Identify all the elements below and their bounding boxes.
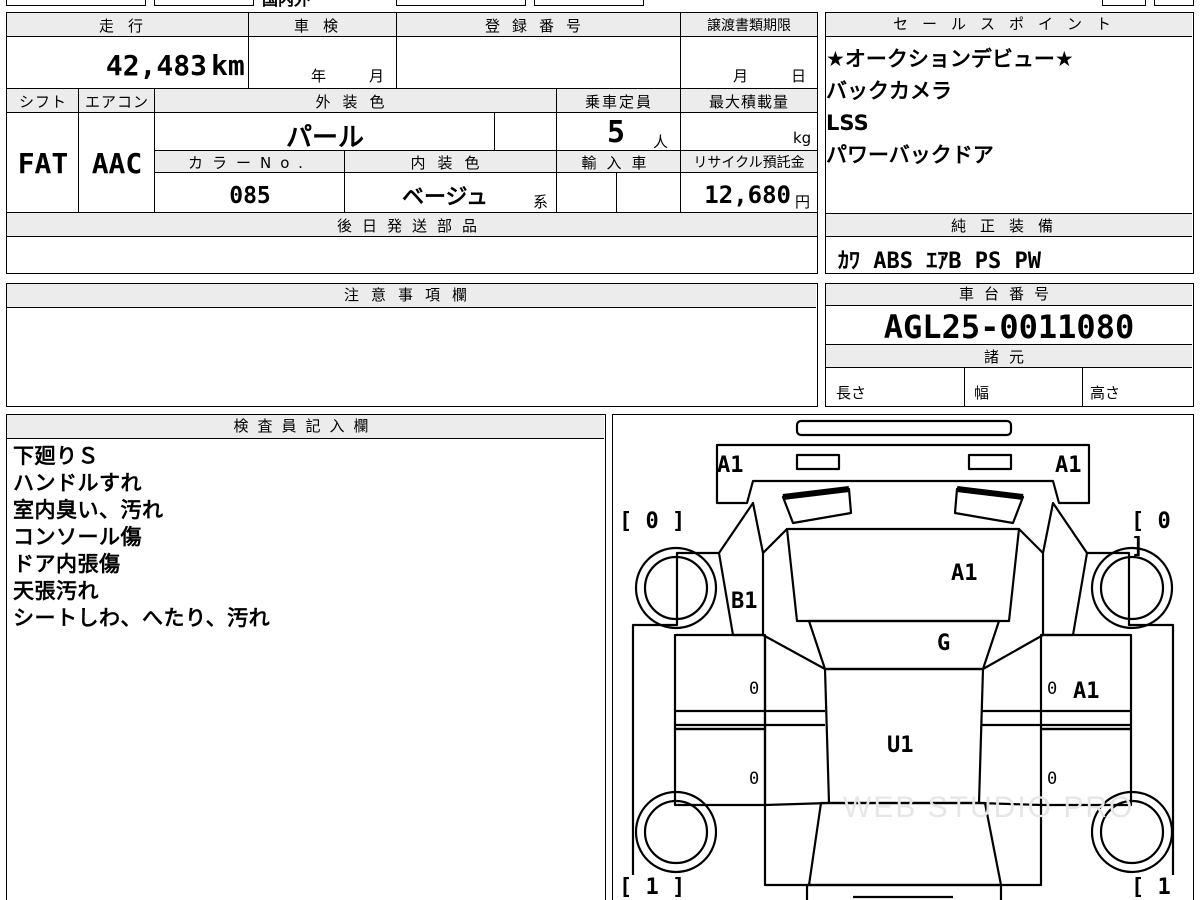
- inspector-note: 天張汚れ: [13, 579, 99, 603]
- partial-heading: 国内外: [262, 0, 310, 10]
- inspection-month: 月: [369, 67, 385, 85]
- interior-color-suffix: 系: [533, 193, 549, 211]
- interior-color-value: ベージュ: [401, 185, 489, 210]
- chassis-number: AGL25-0011080: [883, 308, 1135, 346]
- chassis-header: 車台番号: [826, 284, 1192, 306]
- transfer-month: 月: [733, 67, 749, 85]
- import-label: 輸入車: [581, 154, 657, 172]
- tire-front-right-grade: [ 0 ]: [1131, 509, 1171, 559]
- mark-windshield: G: [937, 631, 951, 656]
- wheel-front-left: [634, 546, 718, 630]
- spec-length-label: 長さ: [836, 384, 867, 402]
- aircon-value: AAC: [91, 147, 143, 180]
- registration-label: 登録番号: [484, 17, 593, 35]
- vehicle-info-table: 走行 車検 登録番号 譲渡書類期限 42,483 km 年 月 月 日 シフト …: [6, 12, 818, 274]
- mileage-unit: km: [211, 49, 245, 82]
- exterior-color-value: パール: [285, 123, 364, 153]
- shift-label: シフト: [18, 93, 67, 111]
- sales-point-item: LSS: [826, 111, 869, 135]
- inspection-label: 車検: [293, 17, 352, 35]
- capacity-label: 乗車定員: [584, 93, 653, 111]
- shift-value: FAT: [17, 147, 69, 180]
- mark-roof: U1: [887, 733, 914, 758]
- aircon-label: エアコン: [84, 93, 149, 111]
- inspector-note: 室内臭い、汚れ: [13, 498, 164, 522]
- mark-front-left: A1: [717, 453, 744, 478]
- mark-door-fl: 0: [749, 679, 760, 699]
- max-load-unit: kg: [793, 129, 812, 147]
- later-parts-label: 後日発送部品: [336, 217, 487, 235]
- mark-fender-left: B1: [731, 589, 758, 614]
- chassis-box: 車台番号 AGL25-0011080 諸元 長さ 幅 高さ: [825, 283, 1194, 407]
- interior-color-label: 内装色: [410, 154, 492, 172]
- sales-point-item: パワーバックドア: [826, 143, 994, 167]
- caution-header: 注意事項欄: [7, 284, 816, 308]
- transfer-deadline-label: 譲渡書類期限: [707, 18, 791, 34]
- sales-point-item: ★オークションデビュー★: [826, 47, 1074, 71]
- sales-points-box: セールスポイント ★オークションデビュー★ バックカメラ LSS パワーバックド…: [825, 12, 1194, 274]
- watermark: WEB STUDIO PRO: [843, 791, 1135, 824]
- specs-header: 諸元: [983, 348, 1034, 366]
- mark-door-fr: 0: [1047, 679, 1058, 699]
- tire-rear-right-grade: [ 1 ]: [1131, 875, 1171, 900]
- sales-points-header: セールスポイント: [826, 13, 1192, 37]
- inspector-note: ハンドルすれ: [13, 471, 142, 495]
- inspector-note: コンソール傷: [13, 525, 142, 549]
- equipment-value: ｶﾜ ABS ｴｱB PS PW: [838, 249, 1041, 274]
- mark-door-rr: 0: [1047, 769, 1058, 789]
- mileage-label: 走行: [98, 17, 157, 35]
- spec-height-label: 高さ: [1090, 384, 1121, 402]
- color-no-label: カラーNo.: [188, 154, 312, 172]
- recycle-label: リサイクル預託金: [693, 155, 805, 171]
- mark-front-right: A1: [1055, 453, 1082, 478]
- inspection-year: 年: [311, 67, 327, 85]
- mark-rear-right-door: A1: [1073, 679, 1100, 704]
- equipment-header: 純正装備: [950, 217, 1067, 235]
- damage-diagram: WEB STUDIO PRO [ 0 ] [ 0 ] [ 1 ] [ 1 ] A…: [612, 414, 1194, 900]
- tire-rear-left-grade: [ 1 ]: [619, 875, 686, 900]
- inspector-note: シートしわ、へたり、汚れ: [13, 606, 271, 630]
- max-load-label: 最大積載量: [708, 93, 789, 111]
- inspector-note: 下廻りＳ: [13, 444, 99, 468]
- tire-front-left-grade: [ 0 ]: [619, 509, 686, 534]
- mileage-value: 42,483: [105, 49, 207, 82]
- inspector-header: 検査員記入欄: [7, 415, 604, 439]
- inspector-box: 検査員記入欄 下廻りＳ ハンドルすれ 室内臭い、汚れ コンソール傷 ドア内張傷 …: [6, 414, 606, 900]
- wheel-rear-left: [634, 790, 718, 874]
- spec-width-label: 幅: [974, 384, 990, 402]
- mark-door-rl: 0: [749, 769, 760, 789]
- capacity-unit: 人: [653, 133, 669, 151]
- caution-box: 注意事項欄: [6, 283, 818, 407]
- exterior-color-label: 外装色: [315, 93, 397, 111]
- top-strip: 国内外: [6, 0, 1194, 9]
- recycle-unit: 円: [795, 193, 811, 211]
- transfer-day: 日: [791, 67, 807, 85]
- sales-point-item: バックカメラ: [826, 79, 952, 103]
- recycle-value: 12,680: [704, 181, 791, 209]
- color-no-value: 085: [229, 183, 271, 209]
- capacity-value: 5: [607, 115, 626, 150]
- inspector-note: ドア内張傷: [13, 552, 121, 576]
- mark-bonnet: A1: [951, 561, 978, 586]
